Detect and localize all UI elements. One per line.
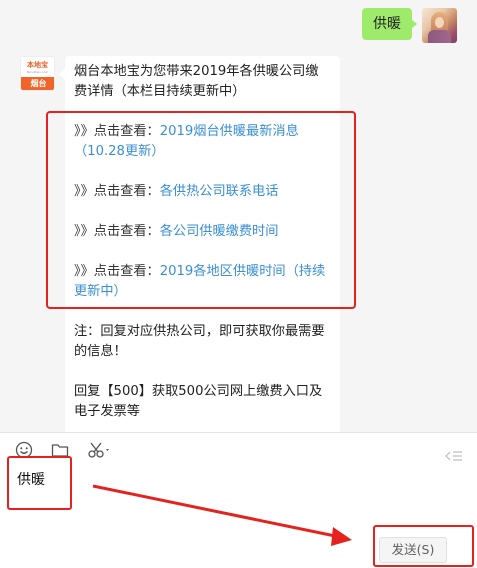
user-message-row: 供暖 [362, 8, 457, 43]
bot-note-text: 注：回复对应供热公司，即可获取你最需要的信息！ [74, 324, 325, 359]
bot-link-item-2: 》》点击查看：各供热公司联系电话 [74, 182, 331, 202]
message-composer[interactable]: 供暖 发送(S) [0, 433, 477, 568]
scissors-icon[interactable] [87, 441, 113, 459]
user-avatar[interactable] [422, 8, 457, 43]
bot-link-item-3: 》》点击查看：各公司供暖缴费时间 [74, 222, 331, 242]
link-contact-phones[interactable]: 各供热公司联系电话 [160, 184, 279, 199]
chat-history[interactable]: 供暖 本地宝 Bendibao.com 烟台 烟台本地宝为您带来2019年各供暖… [0, 0, 477, 432]
bot-intro-text: 烟台本地宝为您带来2019年各供暖公司缴费详情（本栏目持续更新中） [74, 64, 319, 99]
bot-avatar-city: 烟台 [21, 77, 54, 90]
user-message-bubble[interactable]: 供暖 [362, 8, 417, 40]
send-button[interactable]: 发送(S) [379, 537, 447, 563]
message-input[interactable]: 供暖 [17, 470, 45, 490]
emoji-icon[interactable] [15, 441, 33, 459]
bot-avatar-logo-text: 本地宝 [27, 61, 48, 69]
avatar-body [428, 30, 451, 43]
folder-icon[interactable] [51, 441, 69, 459]
link-payment-time[interactable]: 各公司供暖缴费时间 [160, 224, 279, 239]
bot-message-row: 本地宝 Bendibao.com 烟台 烟台本地宝为您带来2019年各供暖公司缴… [20, 56, 340, 432]
link-prefix: 》》点击查看： [74, 224, 160, 239]
collapse-icon[interactable] [445, 447, 463, 466]
bot-link-item-4: 》》点击查看：2019各地区供暖时间（持续更新中） [74, 262, 331, 302]
link-prefix: 》》点击查看： [74, 184, 160, 199]
bot-message-bubble: 烟台本地宝为您带来2019年各供暖公司缴费详情（本栏目持续更新中） 》》点击查看… [59, 56, 340, 432]
bot-avatar[interactable]: 本地宝 Bendibao.com 烟台 [20, 56, 55, 91]
bot-avatar-logo-sub: Bendibao.com [26, 70, 49, 74]
bot-link-item-1: 》》点击查看：2019烟台供暖最新消息（10.28更新） [74, 122, 331, 162]
avatar-face [435, 17, 444, 28]
composer-toolbar [15, 441, 113, 459]
link-prefix: 》》点击查看： [74, 124, 160, 139]
bot-reply-hint: 回复【500】获取500公司网上缴费入口及电子发票等 [74, 384, 323, 419]
link-prefix: 》》点击查看： [74, 264, 160, 279]
